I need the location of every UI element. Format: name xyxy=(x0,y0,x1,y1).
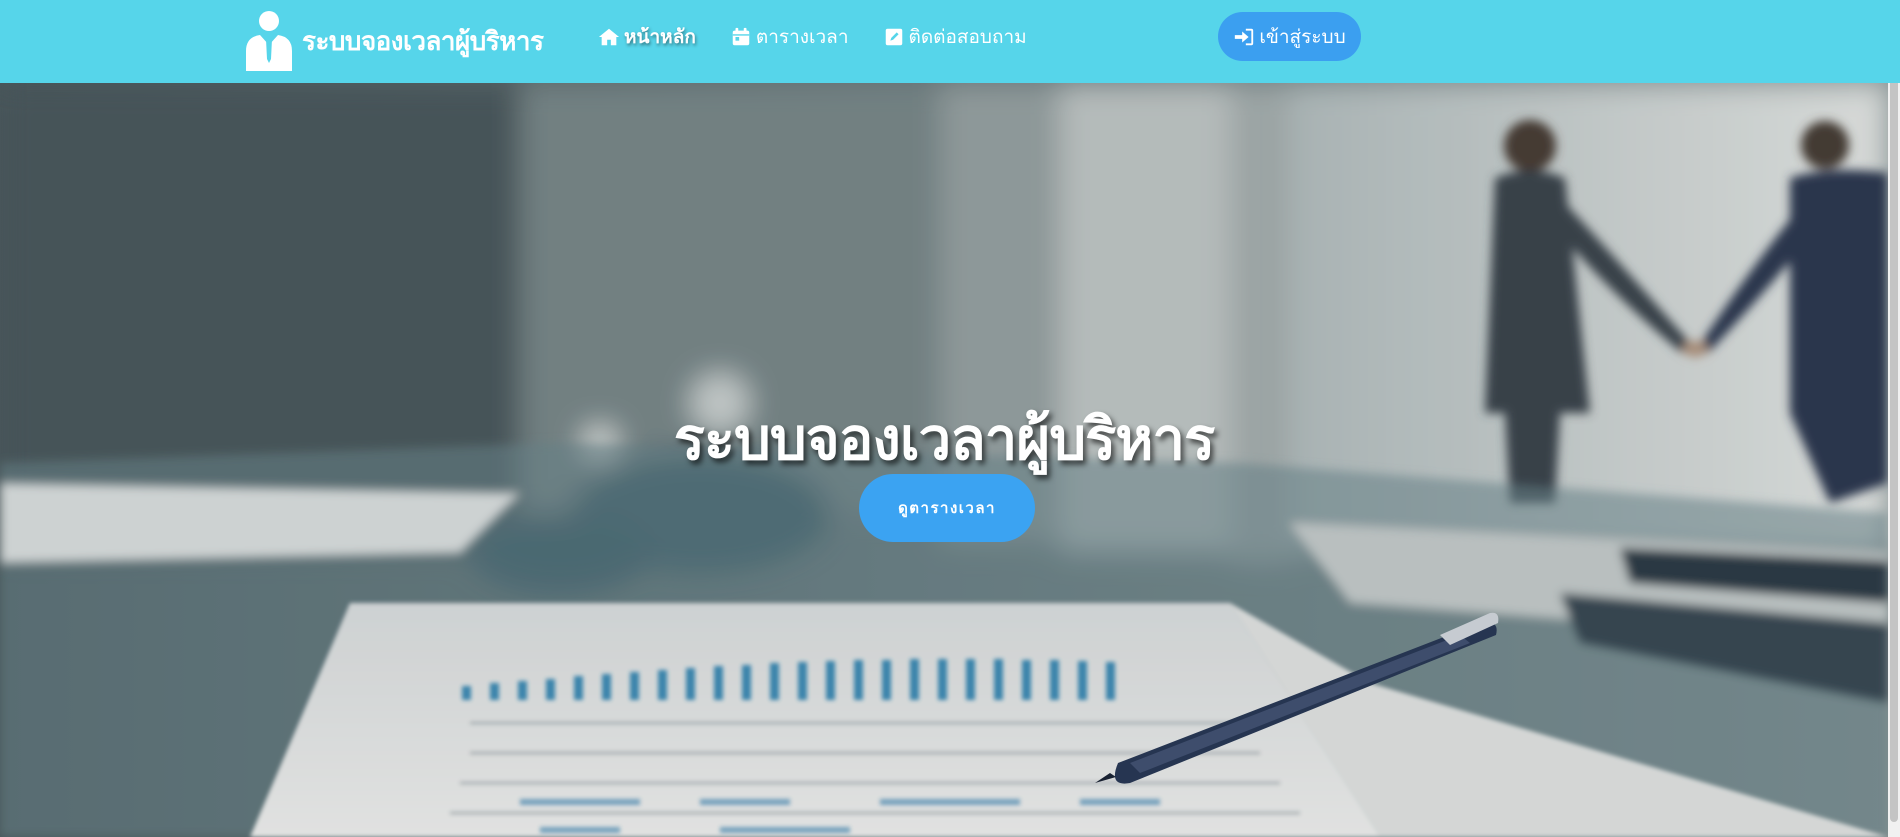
top-navbar: ระบบจองเวลาผู้บริหาร หน้าหลัก ตารางเวลา xyxy=(0,0,1900,83)
brand[interactable]: ระบบจองเวลาผู้บริหาร xyxy=(242,8,544,74)
nav-item-schedule[interactable]: ตารางเวลา xyxy=(730,22,849,52)
nav-item-label: ตารางเวลา xyxy=(755,25,849,48)
sign-in-icon xyxy=(1235,28,1254,45)
edit-square-icon xyxy=(885,28,902,45)
brand-title: ระบบจองเวลาผู้บริหาร xyxy=(302,26,544,57)
nav-item-label: ติดต่อสอบถาม xyxy=(908,25,1027,48)
calendar-icon xyxy=(732,27,750,45)
executive-person-icon xyxy=(246,11,292,71)
nav-item-label: หน้าหลัก xyxy=(624,25,696,48)
login-button[interactable]: เข้าสู่ระบบ xyxy=(1218,12,1361,61)
scrollbar-thumb[interactable] xyxy=(1890,2,1898,822)
login-button-label: เข้าสู่ระบบ xyxy=(1259,25,1346,48)
view-schedule-button[interactable]: ดูตารางเวลา xyxy=(859,474,1035,542)
hero-title: ระบบจองเวลาผู้บริหาร xyxy=(673,404,1216,473)
nav-item-home[interactable]: หน้าหลัก xyxy=(598,22,696,52)
scrollbar[interactable] xyxy=(1888,0,1900,837)
nav-item-contact[interactable]: ติดต่อสอบถาม xyxy=(883,22,1027,52)
nav-menu: หน้าหลัก ตารางเวลา ติดต่อสอบถาม xyxy=(598,0,1061,73)
home-icon xyxy=(598,28,620,45)
page: ระบบจองเวลาผู้บริหาร หน้าหลัก ตารางเวลา xyxy=(0,0,1900,837)
hero-section: ระบบจองเวลาผู้บริหาร ดูตารางเวลา xyxy=(0,83,1888,837)
